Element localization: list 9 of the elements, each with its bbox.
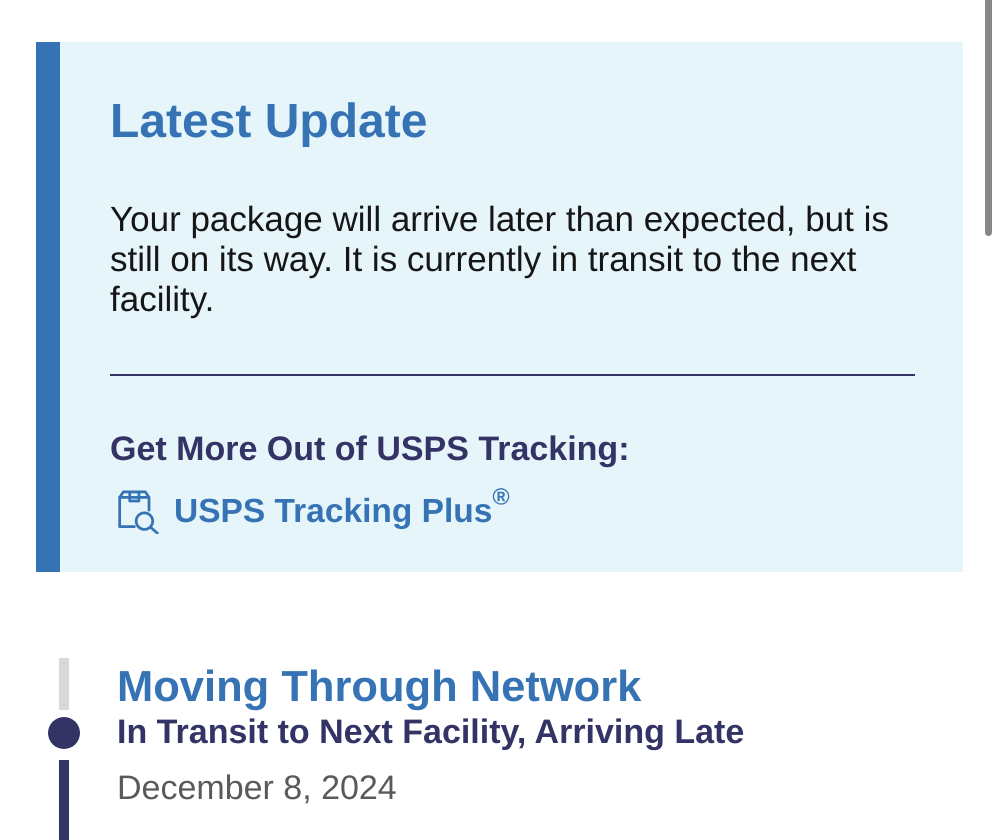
event-detail: In Transit to Next Facility, Arriving Late xyxy=(117,712,744,752)
promo-heading: Get More Out of USPS Tracking: xyxy=(110,429,631,469)
timeline-dot xyxy=(48,717,80,749)
update-message: Your package will arrive later than expected, but is still on its way. It is currently in transit to the next facility. xyxy=(110,200,890,320)
event-status: Moving Through Network xyxy=(117,663,642,711)
event-date: December 8, 2024 xyxy=(117,768,398,808)
tracking-plus-link[interactable]: USPS Tracking Plus$^{®}$ xyxy=(110,489,510,535)
card-title: Latest Update xyxy=(110,94,428,150)
package-search-icon xyxy=(116,490,160,534)
